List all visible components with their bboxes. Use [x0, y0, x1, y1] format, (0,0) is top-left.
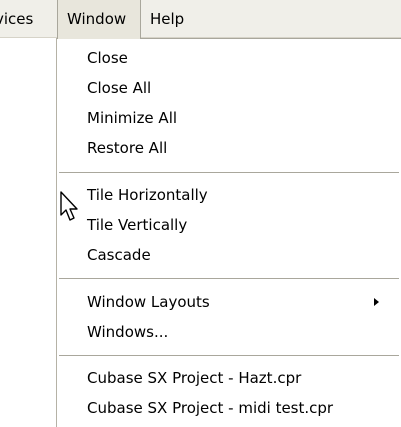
menu-item-label: Restore All	[87, 139, 168, 157]
mouse-pointer-icon	[60, 191, 78, 221]
menu-item-cascade[interactable]: Cascade	[57, 240, 401, 270]
menu-item-tile-horizontally[interactable]: Tile Horizontally	[57, 180, 401, 210]
menu-item-close[interactable]: Close	[57, 43, 401, 73]
menu-item-close-all[interactable]: Close All	[57, 73, 401, 103]
chevron-right-icon	[374, 298, 379, 306]
menu-item-tile-vertically[interactable]: Tile Vertically	[57, 210, 401, 240]
menu-separator	[59, 278, 399, 279]
menu-item-label: Cubase SX Project - midi test.cpr	[87, 399, 334, 417]
menu-item-label: Cascade	[87, 246, 151, 264]
menu-item-label: Tile Vertically	[87, 216, 188, 234]
menu-bar: vices Window Help	[0, 0, 401, 39]
menu-item-label: Close	[87, 49, 128, 67]
menu-help[interactable]: Help	[141, 0, 201, 38]
menu-item-window-layouts[interactable]: Window Layouts	[57, 287, 401, 317]
window-dropdown-menu: Close Close All Minimize All Restore All…	[57, 38, 401, 427]
menu-item-label: Tile Horizontally	[87, 186, 208, 204]
menu-item-label: Close All	[87, 79, 152, 97]
menu-separator	[59, 355, 399, 356]
menu-devices[interactable]: vices	[0, 0, 57, 38]
menu-item-minimize-all[interactable]: Minimize All	[57, 103, 401, 133]
menu-separator	[59, 172, 399, 173]
menu-item-label: Window Layouts	[87, 293, 210, 311]
menu-item-project-hazt[interactable]: Cubase SX Project - Hazt.cpr	[57, 363, 401, 393]
menu-item-label: Windows...	[87, 323, 169, 341]
menu-item-label: Minimize All	[87, 109, 178, 127]
menu-item-project-midi-test[interactable]: Cubase SX Project - midi test.cpr	[57, 393, 401, 423]
menu-item-restore-all[interactable]: Restore All	[57, 133, 401, 163]
menu-item-windows[interactable]: Windows...	[57, 317, 401, 347]
menu-window[interactable]: Window	[57, 0, 141, 39]
menu-item-label: Cubase SX Project - Hazt.cpr	[87, 369, 302, 387]
